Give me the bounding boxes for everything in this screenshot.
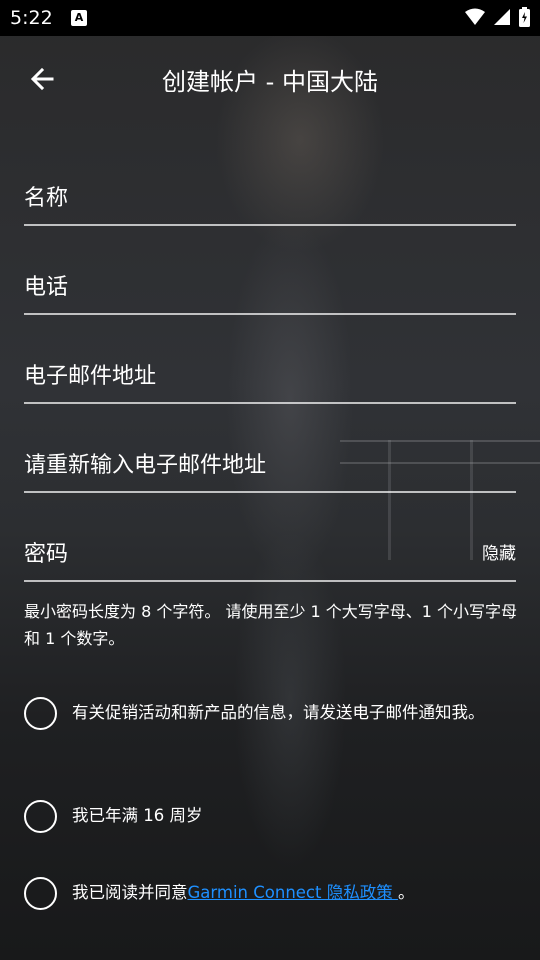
email-confirm-field[interactable]: 请重新输入电子邮件地址 (24, 431, 516, 493)
notification-icon: A (71, 10, 87, 26)
privacy-prefix: 我已阅读并同意 (72, 883, 188, 902)
privacy-consent-radio[interactable] (24, 877, 57, 910)
name-field[interactable]: 名称 (24, 164, 516, 226)
email-field-label: 电子邮件地址 (24, 364, 157, 389)
age-confirm-label: 我已年满 16 周岁 (72, 806, 203, 825)
privacy-policy-link[interactable]: Garmin Connect 隐私政策 (188, 883, 398, 902)
password-hint: 最小密码长度为 8 个字符。 请使用至少 1 个大写字母、1 个小写字母和 1 … (24, 602, 518, 648)
status-bar: 5:22 A (0, 0, 540, 36)
age-confirm-radio[interactable] (24, 800, 57, 833)
status-time: 5:22 (10, 7, 53, 29)
password-field[interactable]: 密码 隐藏 (24, 520, 516, 582)
email-field[interactable]: 电子邮件地址 (24, 342, 516, 404)
status-icons (465, 7, 530, 27)
email-confirm-field-label: 请重新输入电子邮件地址 (24, 453, 267, 478)
phone-field-label: 电话 (24, 275, 69, 300)
privacy-consent-label: 我已阅读并同意Garmin Connect 隐私政策 。 (72, 879, 502, 906)
password-field-label: 密码 (24, 542, 69, 567)
signal-icon (494, 9, 510, 25)
page-title: 创建帐户 - 中国大陆 (162, 68, 378, 96)
wifi-icon (465, 8, 485, 25)
battery-icon (519, 7, 530, 27)
name-field-label: 名称 (24, 186, 69, 211)
promo-email-radio[interactable] (24, 697, 57, 730)
promo-email-label: 有关促销活动和新产品的信息，请发送电子邮件通知我。 (72, 703, 485, 722)
app-bar: 创建帐户 - 中国大陆 (0, 36, 540, 122)
privacy-suffix: 。 (397, 883, 415, 902)
password-visibility-toggle[interactable]: 隐藏 (482, 539, 516, 564)
phone-field[interactable]: 电话 (24, 253, 516, 315)
